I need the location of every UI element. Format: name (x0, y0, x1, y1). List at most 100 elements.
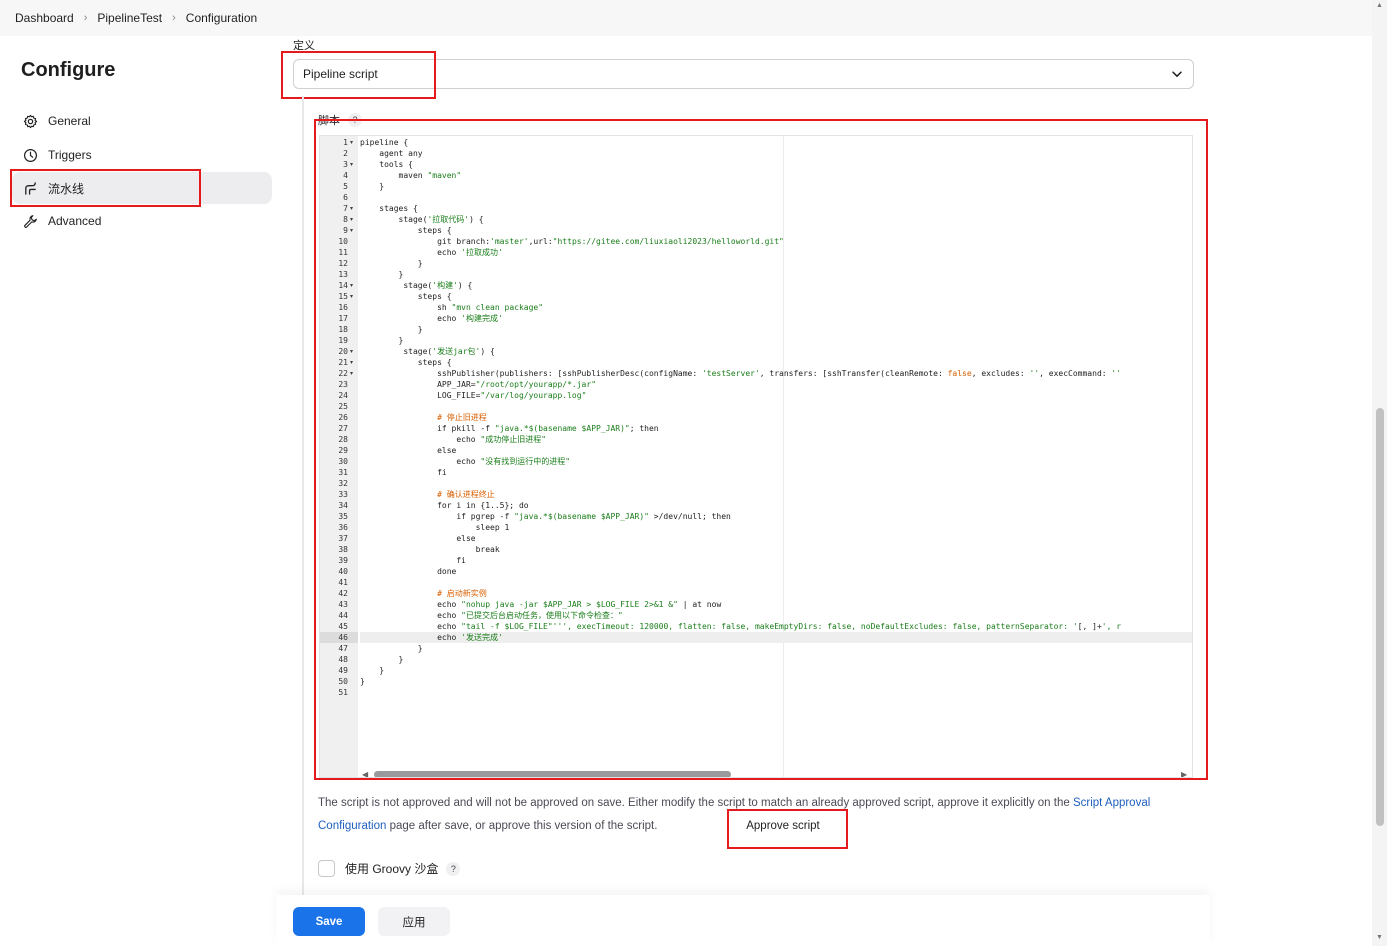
code-line: } (360, 270, 404, 279)
line-number: 28 (338, 435, 348, 444)
groovy-sandbox-checkbox[interactable] (318, 860, 335, 877)
breadcrumb-dashboard[interactable]: Dashboard (15, 11, 74, 25)
fold-toggle-icon[interactable]: ▾ (350, 216, 353, 223)
code-line: sleep 1 (360, 523, 510, 532)
code-line: for i in {1..5}; do (360, 501, 529, 510)
breadcrumb: Dashboard › PipelineTest › Configuration (15, 11, 257, 25)
code-line: if pkill -f "java.*$(basename $APP_JAR)"… (360, 424, 659, 433)
code-line: steps { (360, 292, 452, 301)
fold-toggle-icon[interactable]: ▾ (350, 370, 353, 377)
wrench-icon (22, 213, 38, 229)
code-line: sh "mvn clean package" (360, 303, 544, 312)
line-number: 51 (338, 688, 348, 697)
code-line: echo "已提交后台启动任务，使用以下命令检查：" (360, 611, 623, 620)
sidebar-item-triggers[interactable]: Triggers (12, 139, 272, 171)
scroll-down-arrow-icon[interactable]: ▼ (1376, 934, 1383, 941)
approval-text-after: page after save, or approve this version… (386, 820, 658, 832)
sidebar-item-label: 流水线 (48, 181, 85, 196)
line-number: 50 (338, 677, 348, 686)
fold-toggle-icon[interactable]: ▾ (350, 359, 353, 366)
line-number: 23 (338, 380, 348, 389)
code-line: } (360, 677, 365, 686)
code-line: echo "nohup java -jar $APP_JAR > $LOG_FI… (360, 600, 722, 609)
code-line: fi (360, 468, 447, 477)
section-divider (302, 96, 304, 896)
chevron-right-icon: › (172, 12, 176, 24)
line-number: 4 (343, 171, 348, 180)
sidebar-item-advanced[interactable]: Advanced (12, 205, 272, 237)
line-number: 12 (338, 259, 348, 268)
chevron-down-icon (1170, 67, 1184, 84)
horizontal-scrollbar[interactable] (374, 771, 731, 777)
groovy-sandbox-label: 使用 Groovy 沙盒 (345, 862, 439, 876)
line-number: 45 (338, 622, 348, 631)
page-scrollbar-thumb[interactable] (1376, 408, 1384, 826)
line-number: 31 (338, 468, 348, 477)
code-line: agent any (360, 149, 423, 158)
code-line: stage('发送jar包') { (360, 347, 495, 356)
code-line: echo "没有找到运行中的进程" (360, 457, 571, 466)
code-line: break (360, 545, 500, 554)
code-line: echo '发送完成' (360, 632, 1192, 643)
fold-toggle-icon[interactable]: ▾ (350, 348, 353, 355)
sidebar-item-label: General (48, 114, 91, 128)
code-line: tools { (360, 160, 413, 169)
code-line: echo '构建完成' (360, 314, 503, 323)
line-number: 11 (338, 248, 348, 257)
code-line: echo '拉取成功' (360, 248, 503, 257)
scroll-left-arrow-icon[interactable]: ◀ (362, 770, 368, 777)
line-number: 5 (343, 182, 348, 191)
line-number: 17 (338, 314, 348, 323)
fold-toggle-icon[interactable]: ▾ (350, 205, 353, 212)
line-number: 36 (338, 523, 348, 532)
line-number: 46 (320, 632, 358, 643)
fold-toggle-icon[interactable]: ▾ (350, 227, 353, 234)
save-button[interactable]: Save (293, 907, 365, 936)
script-editor[interactable]: 1 ▾ 2 3 ▾ 4 5 6 7 ▾ 8 ▾ 9 ▾ 10 11 12 13 14 ▾ 15 ▾ 16 17 18 19 20 ▾ 2… (319, 135, 1193, 778)
line-number: 19 (338, 336, 348, 345)
groovy-sandbox-row: 使用 Groovy 沙盒 ? (318, 860, 461, 877)
fold-toggle-icon[interactable]: ▾ (350, 139, 353, 146)
approve-script-button[interactable]: Approve script (734, 814, 832, 838)
line-number: 16 (338, 303, 348, 312)
line-number: 24 (338, 391, 348, 400)
code-line: } (360, 325, 423, 334)
sidebar-item-pipeline[interactable]: 流水线 (12, 172, 272, 204)
code-line: } (360, 666, 385, 675)
code-line: } (360, 259, 423, 268)
fold-toggle-icon[interactable]: ▾ (350, 282, 353, 289)
line-number: 33 (338, 490, 348, 499)
code-line: } (360, 182, 385, 191)
line-number: 43 (338, 600, 348, 609)
line-number: 18 (338, 325, 348, 334)
code-line: if pgrep -f "java.*$(basename $APP_JAR)"… (360, 512, 731, 521)
breadcrumb-pipelinetest[interactable]: PipelineTest (97, 11, 162, 25)
fold-toggle-icon[interactable]: ▾ (350, 161, 353, 168)
script-label: 脚本 ? (318, 112, 362, 128)
code-line: # 停止旧进程 (437, 413, 487, 422)
scroll-up-arrow-icon[interactable]: ▲ (1376, 2, 1383, 9)
sidebar-item-general[interactable]: General (12, 105, 272, 137)
code-line: # 启动新实例 (437, 589, 487, 598)
sidebar-item-label: Advanced (48, 214, 102, 228)
code-line: APP_JAR="/root/opt/yourapp/*.jar" (360, 380, 597, 389)
code-line: else (360, 446, 457, 455)
breadcrumb-configuration[interactable]: Configuration (186, 11, 257, 25)
line-number-gutter: 1 ▾ 2 3 ▾ 4 5 6 7 ▾ 8 ▾ 9 ▾ 10 11 12 13 14 ▾ 15 ▾ 16 17 18 19 20 ▾ 2… (320, 136, 358, 777)
apply-button[interactable]: 应用 (378, 907, 450, 936)
code-line: } (360, 655, 404, 664)
code-line: stage('拉取代码') { (360, 215, 484, 224)
help-icon[interactable]: ? (446, 861, 461, 876)
help-icon[interactable]: ? (348, 113, 362, 127)
line-number: 40 (338, 567, 348, 576)
code-line: echo "成功停止旧进程" (360, 435, 547, 444)
line-number: 29 (338, 446, 348, 455)
definition-select[interactable]: Pipeline script (293, 59, 1194, 89)
chevron-right-icon: › (83, 12, 88, 24)
fold-toggle-icon[interactable]: ▾ (350, 293, 353, 300)
code-line: fi (360, 556, 466, 565)
code-line: done (360, 567, 457, 576)
line-number: 25 (338, 402, 348, 411)
scroll-right-arrow-icon[interactable]: ▶ (1181, 770, 1187, 777)
code-line: git branch:'master',url:"https://gitee.c… (360, 237, 784, 246)
